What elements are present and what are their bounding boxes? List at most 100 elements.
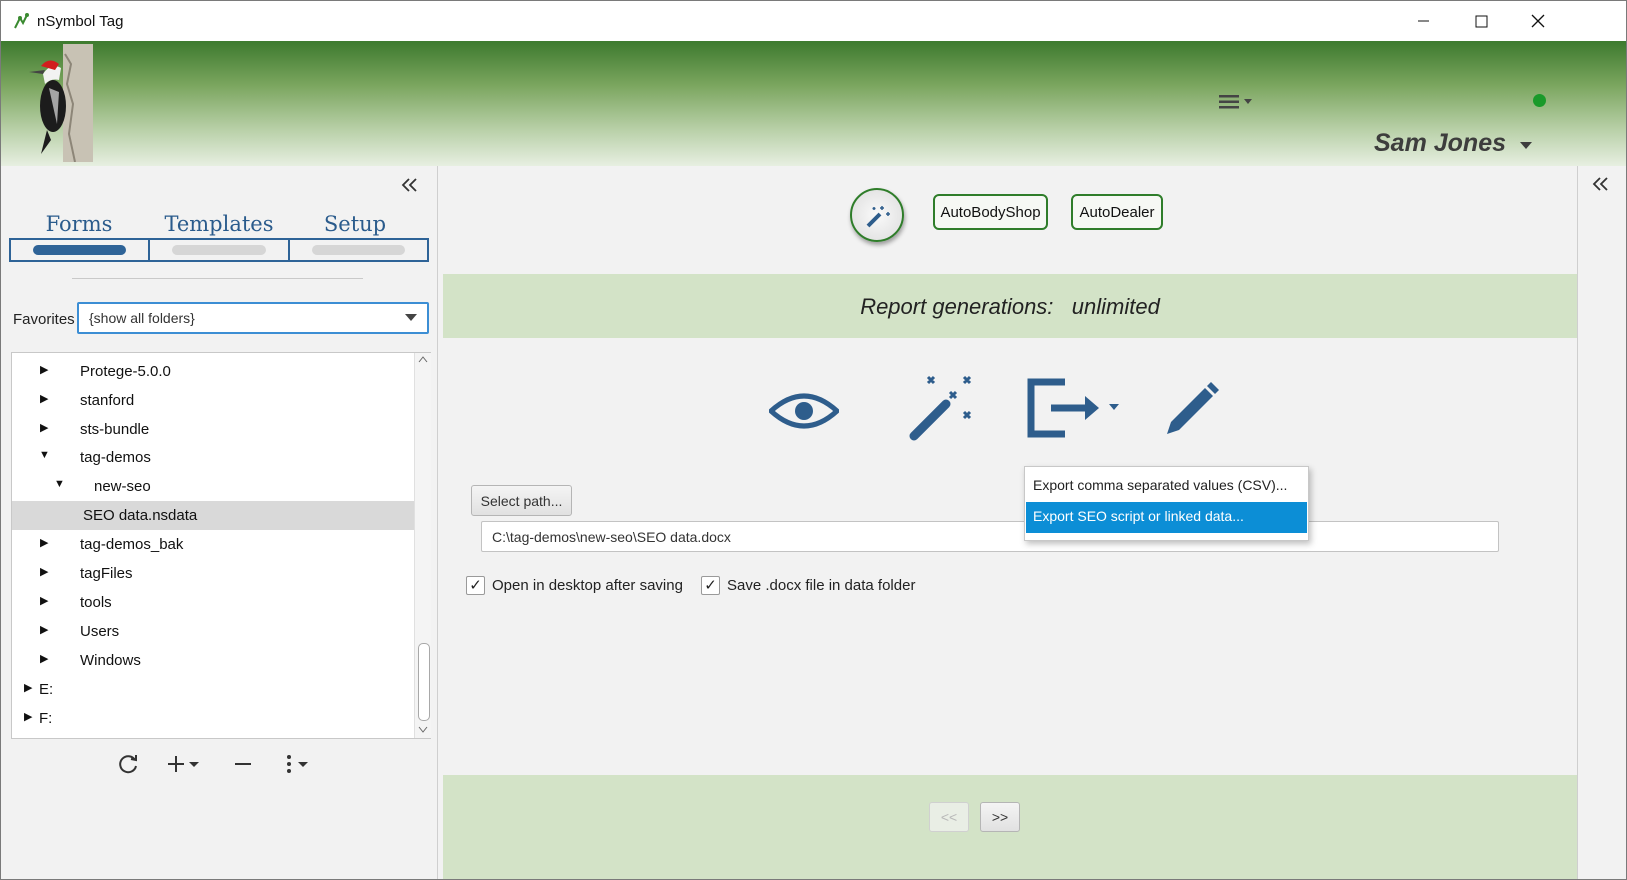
hamburger-menu-icon (1219, 95, 1252, 109)
tab-forms[interactable]: Forms (9, 212, 149, 236)
expand-arrow-icon[interactable]: ▶ (40, 392, 48, 405)
report-label: Report generations: (860, 294, 1054, 319)
double-chevron-left-icon (1592, 177, 1608, 191)
tree-item[interactable]: ▶ Windows (12, 646, 414, 675)
content-area (443, 338, 1577, 775)
remove-button[interactable] (233, 752, 253, 776)
tree-item[interactable]: ▶ tag-demos_bak (12, 530, 414, 559)
open-desktop-label: Open in desktop after saving (492, 577, 683, 594)
select-path-button[interactable]: Select path... (471, 485, 572, 516)
main-menu-button[interactable] (1217, 91, 1257, 113)
magic-wand-icon (909, 375, 972, 441)
favorites-label: Favorites (13, 311, 75, 328)
report-banner: Report generations: unlimited (443, 274, 1577, 338)
save-docx-label: Save .docx file in data folder (727, 577, 916, 594)
collapse-left-button[interactable] (399, 174, 421, 196)
chevron-down-icon (405, 314, 417, 321)
right-panel-rail (1577, 166, 1626, 879)
tab-indicator-setup[interactable] (290, 240, 427, 260)
next-button[interactable]: >> (980, 802, 1020, 832)
expand-arrow-icon[interactable]: ▶ (40, 565, 48, 578)
report-generations: Report generations: unlimited (443, 294, 1577, 320)
add-icon (168, 756, 199, 772)
favorites-value: {show all folders} (89, 310, 195, 326)
header-banner: Sam Jones (1, 41, 1626, 166)
tree-item[interactable]: ▼ new-seo (12, 472, 414, 501)
preview-button[interactable] (767, 386, 841, 436)
user-name: Sam Jones (1374, 129, 1507, 157)
autodealer-button[interactable]: AutoDealer (1071, 194, 1163, 230)
eye-icon (767, 393, 841, 429)
tree-item[interactable]: ▶ F: (12, 704, 414, 733)
tree-item[interactable]: ▶ sts-bundle (12, 415, 414, 444)
tab-templates[interactable]: Templates (149, 212, 289, 236)
refresh-icon (119, 755, 137, 774)
expand-arrow-icon[interactable]: ▶ (40, 421, 48, 434)
tab-indicator-bar (9, 238, 429, 262)
export-csv-menu-item[interactable]: Export comma separated values (CSV)... (1026, 471, 1307, 502)
status-indicator (1533, 94, 1546, 107)
navigation-band: << >> (443, 775, 1577, 879)
save-docx-checkbox[interactable]: ✓ (701, 576, 720, 595)
chevron-down-icon (1519, 142, 1532, 149)
double-chevron-left-icon (401, 178, 417, 192)
generate-button[interactable] (904, 374, 974, 444)
expand-arrow-icon[interactable]: ▶ (40, 363, 48, 376)
collapse-arrow-icon[interactable]: ▼ (39, 449, 50, 461)
tab-indicator-templates[interactable] (150, 240, 290, 260)
prev-button[interactable]: << (929, 802, 969, 832)
remove-icon (235, 763, 251, 765)
tree-item[interactable]: ▶ stanford (12, 386, 414, 415)
refresh-button[interactable] (117, 752, 141, 776)
minimize-icon (1418, 20, 1429, 22)
open-desktop-checkbox[interactable]: ✓ (466, 576, 485, 595)
maximize-button[interactable] (1452, 1, 1510, 41)
maximize-icon (1475, 15, 1487, 27)
wizard-button[interactable] (850, 188, 904, 242)
export-button[interactable] (1025, 376, 1125, 440)
magic-wand-icon (866, 206, 890, 228)
tree-item[interactable]: ▶ tools (12, 588, 414, 617)
tree-item[interactable]: ▶ Protege-5.0.0 (12, 357, 414, 386)
tab-indicator-forms[interactable] (11, 240, 151, 260)
tree-item[interactable]: ▼ tag-demos (12, 443, 414, 472)
minimize-button[interactable] (1395, 1, 1453, 41)
tree-scrollbar[interactable] (414, 353, 431, 738)
expand-arrow-icon[interactable]: ▶ (40, 594, 48, 607)
path-field[interactable]: C:\tag-demos\new-seo\SEO data.docx (481, 521, 1499, 552)
main-panel: AutoBodyShop AutoDealer Report generatio… (443, 166, 1577, 879)
woodpecker-logo (29, 44, 93, 162)
left-panel: Forms Templates Setup Favorites {show al… (1, 166, 438, 879)
tree-item[interactable]: ▶ E: (12, 675, 414, 704)
window-title: nSymbol Tag (37, 13, 124, 30)
title-bar: nSymbol Tag (1, 1, 1626, 41)
user-menu[interactable]: Sam Jones (1374, 129, 1533, 158)
divider (72, 278, 363, 279)
tree-item-selected[interactable]: SEO data.nsdata (12, 501, 414, 530)
tree-item[interactable]: ▶ Users (12, 617, 414, 646)
report-value: unlimited (1071, 294, 1160, 319)
expand-arrow-icon[interactable]: ▶ (40, 536, 48, 549)
app-window: nSymbol Tag Sam Jones Forms Templates Se… (0, 0, 1627, 880)
edit-button[interactable] (1161, 376, 1221, 440)
expand-arrow-icon[interactable]: ▶ (40, 652, 48, 665)
expand-arrow-icon[interactable]: ▶ (24, 710, 32, 723)
scroll-down-icon[interactable] (418, 726, 428, 734)
export-seo-menu-item[interactable]: Export SEO script or linked data... (1026, 502, 1307, 533)
add-button[interactable] (167, 752, 207, 776)
app-icon (14, 13, 29, 29)
close-icon (1531, 14, 1545, 28)
tab-setup[interactable]: Setup (285, 212, 425, 236)
expand-arrow-icon[interactable]: ▶ (24, 681, 32, 694)
close-button[interactable] (1509, 1, 1567, 41)
more-options-button[interactable] (285, 752, 319, 776)
scroll-up-icon[interactable] (418, 355, 428, 363)
expand-arrow-icon[interactable]: ▶ (40, 623, 48, 636)
collapse-arrow-icon[interactable]: ▼ (54, 478, 65, 490)
tree-item[interactable]: ▶ tagFiles (12, 559, 414, 588)
collapse-right-button[interactable] (1590, 173, 1612, 195)
scrollbar-thumb[interactable] (418, 643, 430, 721)
autobodyshop-button[interactable]: AutoBodyShop (933, 194, 1048, 230)
favorites-select[interactable]: {show all folders} (77, 302, 429, 334)
folder-tree[interactable]: ▶ Protege-5.0.0 ▶ stanford ▶ sts-bundle … (11, 352, 431, 739)
